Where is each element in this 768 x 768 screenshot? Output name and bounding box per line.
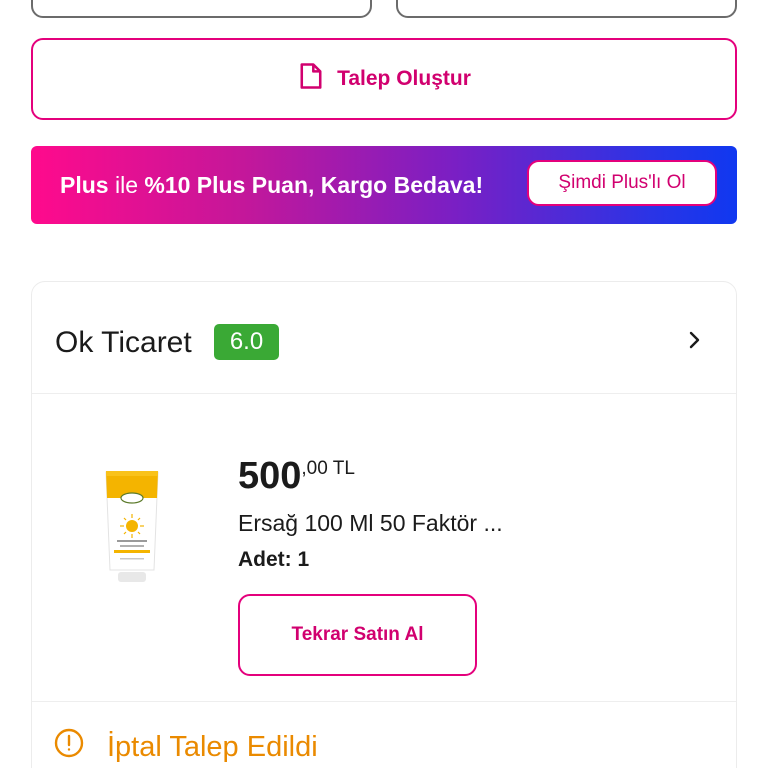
seller-row[interactable]: Ok Ticaret 6.0 [32, 282, 736, 394]
chevron-right-icon[interactable] [682, 328, 706, 352]
order-status: İptal Talep Edildi [53, 727, 318, 767]
product-image[interactable] [102, 468, 162, 586]
plus-word: Plus [60, 171, 109, 198]
divider [32, 701, 736, 702]
seller-rating-badge: 6.0 [214, 324, 279, 360]
create-request-button[interactable]: Talep Oluştur [31, 38, 737, 120]
ile-word: ile [108, 171, 145, 198]
price: 500 ,00 TL [238, 456, 355, 496]
plus-banner[interactable]: Plus ile %10 Plus Puan, Kargo Bedava! Şi… [31, 146, 737, 224]
create-request-label: Talep Oluştur [337, 67, 471, 90]
quantity-label: Adet: 1 [238, 548, 310, 571]
price-fraction: ,00 TL [301, 458, 355, 479]
top-right-button[interactable] [396, 0, 737, 18]
plus-banner-text: Plus ile %10 Plus Puan, Kargo Bedava! [60, 172, 483, 199]
order-card: Ok Ticaret 6.0 500 ,00 TL Ersağ 100 Ml 5… [31, 281, 737, 768]
top-left-button[interactable] [31, 0, 372, 18]
price-main: 500 [238, 455, 302, 497]
product-name[interactable]: Ersağ 100 Ml 50 Faktör ... [238, 510, 503, 537]
document-icon [297, 61, 325, 97]
plus-offer-text: %10 Plus Puan, Kargo Bedava! [144, 171, 484, 198]
seller-name: Ok Ticaret [55, 326, 192, 359]
order-status-text: İptal Talep Edildi [107, 730, 318, 763]
rebuy-button[interactable]: Tekrar Satın Al [238, 594, 477, 676]
warning-circle-icon [53, 727, 85, 767]
join-plus-button[interactable]: Şimdi Plus'lı Ol [527, 160, 717, 206]
